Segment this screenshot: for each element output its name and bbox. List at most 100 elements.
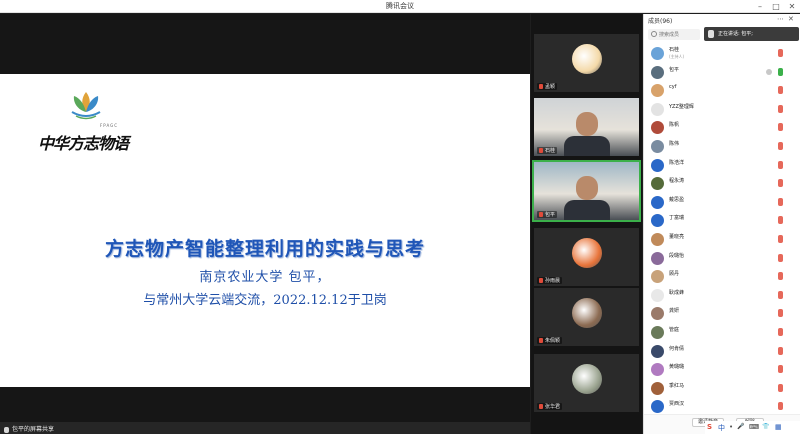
slide-author: 南京农业大学 包平， [199,270,331,285]
video-tile-name: 朱佩颖 [537,337,563,344]
toolbox-icon[interactable]: ▦ [775,423,782,431]
member-row[interactable]: 管庭 [644,323,800,342]
member-row[interactable]: 段璐怡 [644,249,800,268]
mic-muted-icon[interactable] [778,365,783,374]
avatar [651,195,664,209]
mic-muted-icon[interactable] [778,216,783,225]
video-tile[interactable]: 包平 [532,160,641,222]
speaking-indicator: 正在讲话: 包平; [704,27,799,41]
member-role: (主持人) [669,54,685,59]
member-row[interactable]: 顾丹 [644,267,800,286]
members-header: 成员(96) ⋯ ✕ [644,14,800,26]
more-icon[interactable]: ⋯ [777,15,784,23]
member-row[interactable]: 陈帆 [644,118,800,137]
member-row[interactable]: 丁富瑞 [644,211,800,230]
mic-muted-icon[interactable] [778,253,783,262]
mic-muted-icon[interactable] [778,123,783,132]
member-row[interactable]: 季红马 [644,379,800,398]
maximize-icon[interactable]: □ [768,0,784,13]
avatar [651,84,664,98]
punctuation-icon[interactable]: • [729,423,733,431]
mic-muted-icon[interactable] [778,272,783,281]
mic-muted-icon[interactable] [778,402,783,411]
mic-muted-icon[interactable] [778,197,783,206]
mic-icon [4,426,9,433]
mic-muted-icon [539,278,543,283]
keyboard-icon[interactable]: ⌨ [749,423,759,431]
member-name: cyf [669,84,677,91]
mic-muted-icon[interactable] [778,49,783,57]
participant-name: 朱佩颖 [545,338,561,344]
avatar [651,307,664,321]
video-tile[interactable]: 朱佩颖 [534,288,639,346]
member-row[interactable]: 耿成蜂 [644,286,800,305]
mic-muted-icon[interactable] [778,235,783,243]
video-tile-name: 张华君 [537,403,563,410]
mic-muted-icon[interactable] [778,86,783,95]
member-row[interactable]: 陈浩洋 [644,156,800,175]
member-row[interactable]: 董晓亮 [644,230,800,249]
close-icon[interactable]: ✕ [784,0,800,13]
ime-mode-icon[interactable]: 中 [718,423,725,433]
member-row[interactable]: YZZ整理辉 [644,100,800,119]
avatar [651,47,664,60]
avatar [651,121,664,135]
member-row[interactable]: 何肯倩 [644,342,800,361]
search-icon [651,31,657,37]
mic-muted-icon [539,338,543,343]
sogou-ime-icon[interactable]: S [707,423,712,431]
lotus-logo-icon [71,92,101,120]
participant-name: 张华君 [545,404,561,410]
minimize-icon[interactable]: – [752,0,768,13]
screen-share-label[interactable]: 包平的屏幕共享 [4,424,54,433]
video-tile[interactable]: 孙雨晨 [534,228,639,286]
mic-muted-icon[interactable] [778,179,783,188]
mic-muted-icon[interactable] [778,309,783,318]
video-tile[interactable]: 石桂 [534,98,639,156]
avatar [651,270,664,284]
participant-body [564,200,610,220]
mic-muted-icon[interactable] [778,104,783,113]
mic-on-icon[interactable] [778,67,783,76]
member-name: YZZ整理辉 [669,103,694,110]
member-row[interactable]: 包平 [644,63,800,82]
participant-figure [576,176,598,200]
member-name: 戴思盈 [669,196,685,203]
system-tray: S 中 • 🎤 ⌨ 👕 ▦ [705,421,800,434]
participant-figure [576,112,598,136]
member-row[interactable]: 陈伟 [644,137,800,156]
member-search[interactable] [648,29,700,40]
mic-muted-icon[interactable] [778,346,783,355]
avatar [572,364,602,394]
members-panel: 成员(96) ⋯ ✕ 正在讲话: 包平; 石桂(主持人) 包平 cyf YZZ整理辉陈… [643,14,800,434]
avatar [651,65,664,79]
mic-muted-icon[interactable] [778,160,783,169]
mic-muted-icon[interactable] [778,383,783,392]
mic-muted-icon [539,212,543,217]
participant-name: 包平 [545,212,556,218]
voice-input-icon[interactable]: 🎤 [737,423,744,430]
participant-name: 孙雨晨 [545,278,561,284]
member-row[interactable]: 戴思盈 [644,193,800,212]
member-name: 包平 [669,66,680,73]
close-panel-icon[interactable]: ✕ [788,15,794,23]
title-bar: 腾讯会议 – □ ✕ [0,0,800,13]
member-row[interactable]: 黄璐璐 [644,360,800,379]
member-name: 龚妍 [669,308,680,315]
video-tile[interactable]: 孟颖 [534,34,639,92]
skin-icon[interactable]: 👕 [762,423,769,430]
member-row[interactable]: 龚妍 [644,304,800,323]
member-row[interactable]: 程永涛 [644,174,800,193]
member-search-input[interactable] [659,30,699,39]
avatar [651,158,664,172]
mic-muted-icon [539,84,543,89]
mic-muted-icon[interactable] [778,142,783,150]
member-row[interactable]: cyf [644,81,800,100]
screen-share-area: FPAGC 中华方志物语 方志物产智能整理利用的实践与思考 南京农业大学 包平，… [0,14,530,422]
video-tile[interactable]: 张华君 [534,354,639,412]
mic-muted-icon[interactable] [778,290,783,299]
mic-muted-icon[interactable] [778,328,783,336]
slide-occasion: 与常州大学云端交流，2022.12.12于卫岗 [143,293,387,308]
member-row[interactable]: 石桂 (主持人) [644,44,800,63]
member-name: 陈浩洋 [669,159,685,166]
